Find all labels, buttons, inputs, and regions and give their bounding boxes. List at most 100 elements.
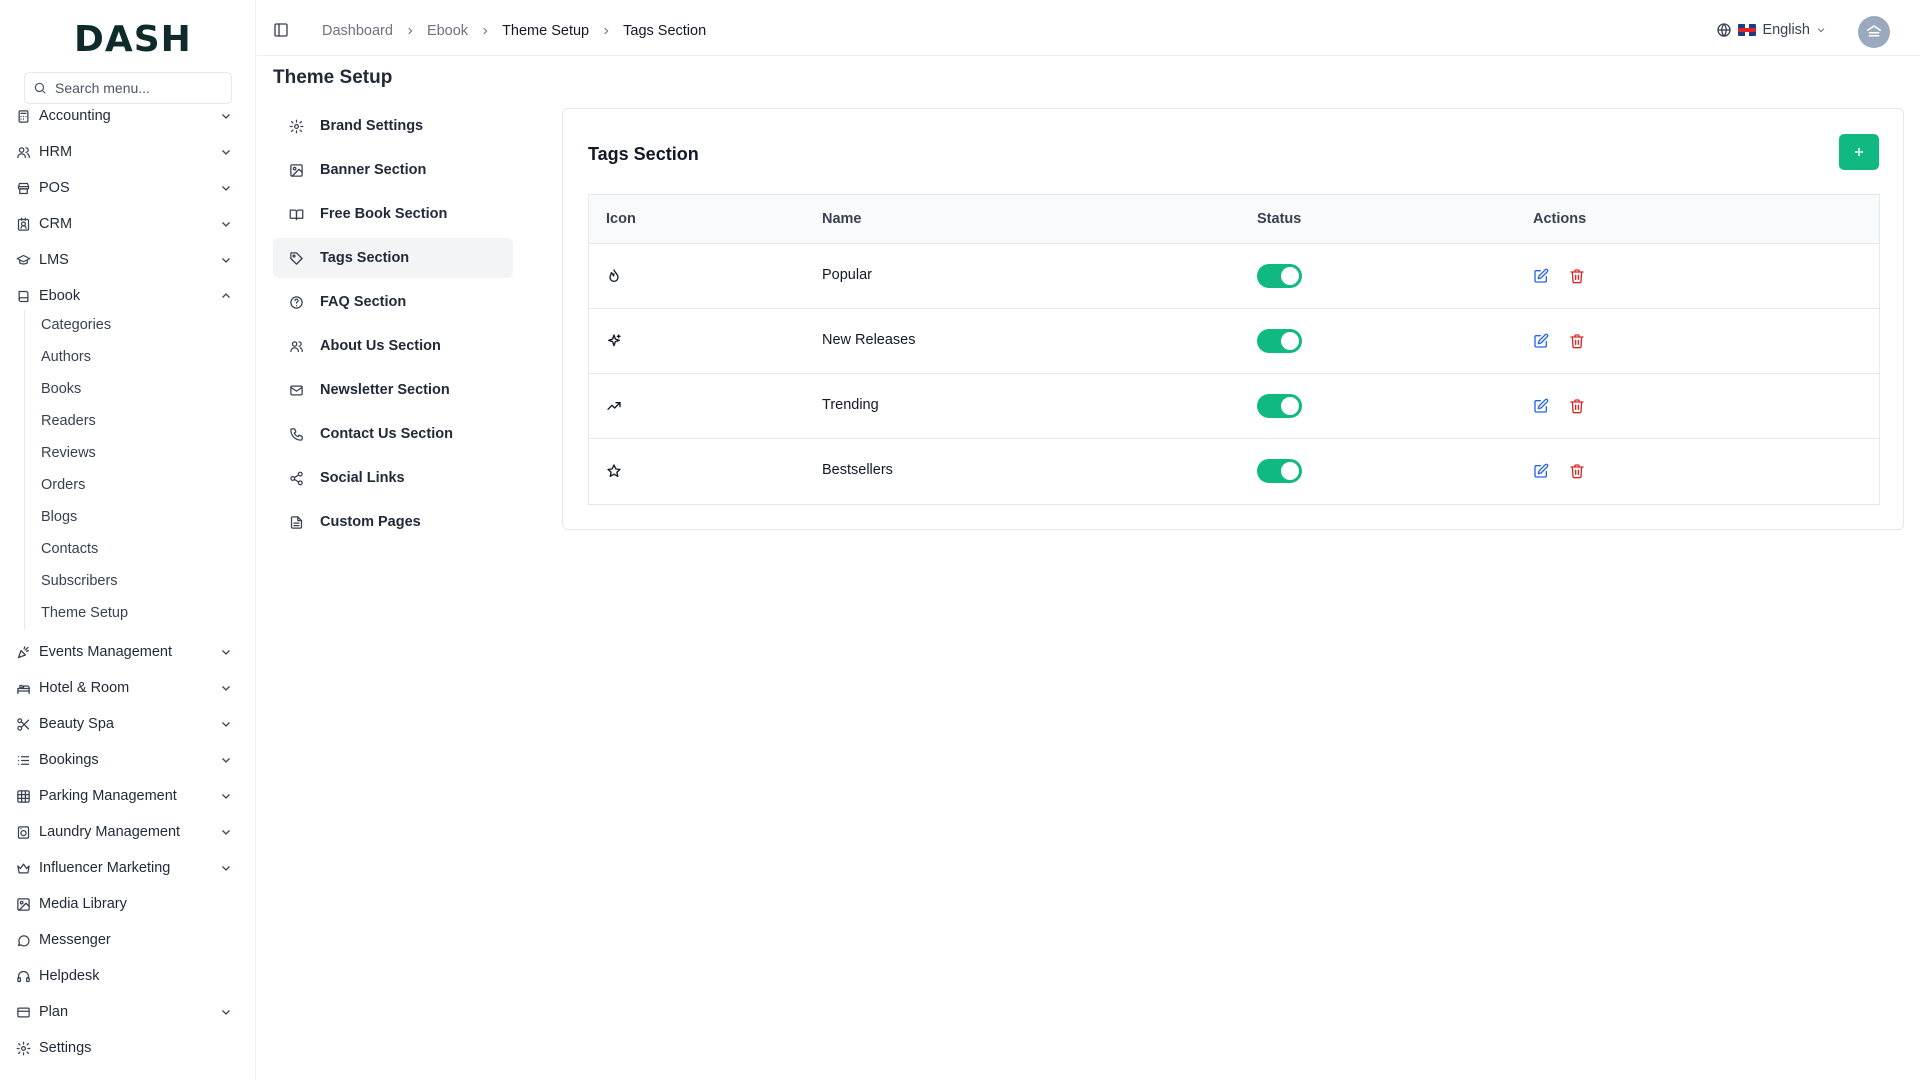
sidebar-item-laundry-management[interactable]: Laundry Management [16, 818, 236, 846]
tags-table: Icon Name Status Actions Popular New Rel… [588, 194, 1880, 505]
sidebar-item-label: CRM [39, 216, 73, 232]
tag-icon [290, 251, 303, 265]
edit-icon [1534, 463, 1549, 478]
sidebar-item-label: Hotel & Room [39, 680, 130, 696]
sidebar-item-accounting[interactable]: Accounting [16, 102, 236, 130]
sidebar-item-label: Plan [39, 1004, 69, 1020]
actions-cell [1533, 398, 1585, 414]
language-selector[interactable]: English [1716, 22, 1826, 38]
column-header-icon: Icon [606, 211, 636, 227]
search-input[interactable] [55, 80, 215, 96]
status-toggle[interactable] [1257, 394, 1302, 418]
submenu-item-orders[interactable]: Orders [41, 477, 85, 493]
settings-menu-label: Banner Section [320, 162, 427, 178]
sidebar-item-influencer-marketing[interactable]: Influencer Marketing [16, 854, 236, 882]
user-avatar[interactable] [1858, 16, 1890, 48]
delete-button[interactable] [1569, 398, 1585, 414]
status-cell [1257, 329, 1302, 353]
sidebar-item-label: POS [39, 180, 70, 196]
settings-menu-social-links[interactable]: Social Links [273, 458, 513, 498]
submenu-item-reviews[interactable]: Reviews [41, 445, 96, 461]
sidebar-item-parking-management[interactable]: Parking Management [16, 782, 236, 810]
dash-logo[interactable]: DASH [74, 18, 192, 60]
settings-menu-contact-us-section[interactable]: Contact Us Section [273, 414, 513, 454]
edit-icon [1534, 398, 1549, 413]
edit-button[interactable] [1533, 268, 1549, 284]
status-toggle[interactable] [1257, 329, 1302, 353]
chevron-down-icon [220, 110, 232, 122]
status-toggle[interactable] [1257, 459, 1302, 483]
sidebar-item-ebook[interactable]: Ebook [16, 282, 236, 310]
edit-button[interactable] [1533, 398, 1549, 414]
sidebar-item-events-management[interactable]: Events Management [16, 638, 236, 666]
sidebar-item-bookings[interactable]: Bookings [16, 746, 236, 774]
sidebar-item-pos[interactable]: POS [16, 174, 236, 202]
submenu-item-authors[interactable]: Authors [41, 349, 91, 365]
crown-icon [17, 863, 30, 873]
sidebar-item-label: Ebook [39, 288, 81, 304]
settings-menu-brand-settings[interactable]: Brand Settings [273, 106, 513, 146]
sidebar-item-beauty-spa[interactable]: Beauty Spa [16, 710, 236, 738]
settings-menu-custom-pages[interactable]: Custom Pages [273, 502, 513, 542]
status-toggle[interactable] [1257, 264, 1302, 288]
tags-section-card: Tags Section Icon Name Status Actions Po… [562, 108, 1904, 530]
settings-menu-banner-section[interactable]: Banner Section [273, 150, 513, 190]
submenu-item-categories[interactable]: Categories [41, 317, 111, 333]
sidebar-item-media-library[interactable]: Media Library [16, 890, 236, 918]
status-cell [1257, 264, 1302, 288]
submenu-item-contacts[interactable]: Contacts [41, 541, 98, 557]
delete-button[interactable] [1569, 463, 1585, 479]
plus-icon [1854, 147, 1864, 157]
search-icon [34, 82, 46, 94]
sidebar-item-lms[interactable]: LMS [16, 246, 236, 274]
breadcrumb-ebook[interactable]: Ebook [427, 23, 468, 39]
edit-button[interactable] [1533, 463, 1549, 479]
settings-menu-label: Free Book Section [320, 206, 448, 222]
sidebar-item-hrm[interactable]: HRM [16, 138, 236, 166]
settings-menu-free-book-section[interactable]: Free Book Section [273, 194, 513, 234]
actions-cell [1533, 268, 1585, 284]
settings-menu-about-us-section[interactable]: About Us Section [273, 326, 513, 366]
sidebar-item-messenger[interactable]: Messenger [16, 926, 236, 954]
edit-button[interactable] [1533, 333, 1549, 349]
settings-menu-faq-section[interactable]: FAQ Section [273, 282, 513, 322]
book-open-icon [289, 209, 304, 220]
sidebar-item-plan[interactable]: Plan [16, 998, 236, 1026]
sidebar-item-settings[interactable]: Settings [16, 1034, 236, 1062]
sidebar-item-crm[interactable]: CRM [16, 210, 236, 238]
search-menu[interactable] [24, 72, 232, 104]
sidebar-item-label: Accounting [39, 108, 111, 124]
breadcrumb-dashboard[interactable]: Dashboard [322, 23, 393, 39]
submenu-item-theme-setup[interactable]: Theme Setup [41, 605, 128, 621]
washing-machine-icon [17, 825, 30, 839]
settings-menu-label: Brand Settings [320, 118, 424, 134]
sidebar-item-hotel-room[interactable]: Hotel & Room [16, 674, 236, 702]
breadcrumb-theme-setup[interactable]: Theme Setup [502, 23, 589, 39]
add-tag-button[interactable] [1839, 134, 1879, 170]
sidebar-item-label: Events Management [39, 644, 172, 660]
breadcrumb: Dashboard Ebook Theme Setup Tags Section [322, 23, 706, 39]
chevron-down-icon [220, 646, 232, 658]
delete-button[interactable] [1569, 333, 1585, 349]
tag-name: Bestsellers [822, 462, 893, 478]
trash-icon [1570, 399, 1584, 414]
submenu-item-subscribers[interactable]: Subscribers [41, 573, 118, 589]
settings-menu-newsletter-section[interactable]: Newsletter Section [273, 370, 513, 410]
delete-button[interactable] [1569, 268, 1585, 284]
sidebar-item-label: Media Library [39, 896, 127, 912]
settings-menu-label: Tags Section [320, 250, 410, 266]
mail-icon [290, 385, 303, 395]
table-row: Trending [589, 374, 1879, 439]
submenu-item-blogs[interactable]: Blogs [41, 509, 77, 525]
submenu-item-books[interactable]: Books [41, 381, 81, 397]
settings-menu-tags-section[interactable]: Tags Section [273, 238, 513, 278]
sidebar-toggle-button[interactable] [273, 22, 289, 38]
chevron-right-icon [480, 26, 490, 36]
help-circle-icon [290, 295, 303, 309]
scissors-icon [17, 717, 30, 731]
submenu-item-readers[interactable]: Readers [41, 413, 96, 429]
graduation-cap-icon [16, 254, 31, 265]
sidebar-item-helpdesk[interactable]: Helpdesk [16, 962, 236, 990]
sidebar-item-label: Beauty Spa [39, 716, 114, 732]
grid-icon [17, 789, 30, 803]
